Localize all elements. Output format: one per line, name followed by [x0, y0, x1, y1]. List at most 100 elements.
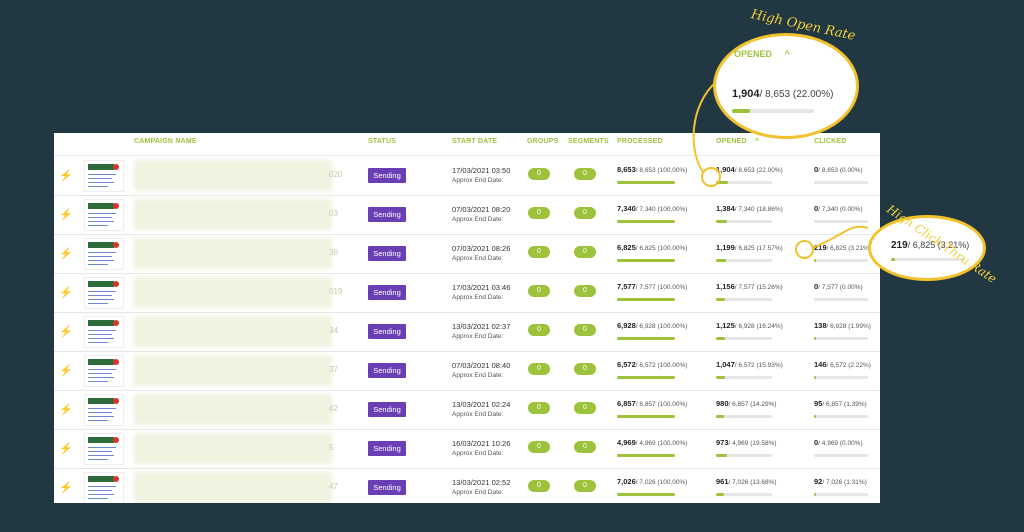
table-row[interactable]: ⚡ 37 Sending 07/03/2021 08:40 Approx End…: [54, 351, 880, 391]
email-thumbnail[interactable]: [84, 238, 124, 270]
segments-count[interactable]: 0: [574, 207, 596, 219]
table-row[interactable]: ⚡ 42 Sending 13/03/2021 02:24 Approx End…: [54, 390, 880, 430]
segments-count[interactable]: 0: [574, 168, 596, 180]
campaign-name-redacted[interactable]: [134, 199, 332, 230]
email-thumbnail[interactable]: [84, 394, 124, 426]
opened-progress: [716, 220, 772, 223]
email-thumbnail[interactable]: [84, 355, 124, 387]
email-thumbnail[interactable]: [84, 160, 124, 192]
email-thumbnail[interactable]: [84, 433, 124, 465]
clicked-progress: [814, 415, 868, 418]
bubble-opened-rest: / 8,653 (22.00%): [759, 89, 834, 100]
processed-value: 4,969/ 4,969 (100.00%): [617, 438, 687, 447]
clicked-rest: / 7,026 (1.31%): [822, 479, 867, 486]
lightning-icon[interactable]: ⚡: [59, 403, 73, 416]
processed-main: 7,340: [617, 204, 636, 213]
lightning-icon[interactable]: ⚡: [59, 481, 73, 494]
status-badge: Sending: [368, 402, 406, 417]
table-header: CAMPAIGN NAME STATUS START DATE GROUPS S…: [54, 133, 880, 156]
groups-count[interactable]: 0: [528, 363, 550, 375]
groups-count[interactable]: 0: [528, 402, 550, 414]
approx-end-date-label: Approx End Date:: [452, 216, 504, 223]
campaign-name-redacted[interactable]: [134, 433, 332, 464]
lightning-icon[interactable]: ⚡: [59, 442, 73, 455]
lightning-icon[interactable]: ⚡: [59, 364, 73, 377]
groups-count[interactable]: 0: [528, 168, 550, 180]
col-groups[interactable]: GROUPS: [527, 138, 559, 145]
processed-main: 6,928: [617, 321, 636, 330]
processed-progress: [617, 415, 675, 418]
groups-count[interactable]: 0: [528, 246, 550, 258]
groups-count[interactable]: 0: [528, 441, 550, 453]
segments-count[interactable]: 0: [574, 402, 596, 414]
opened-rest: / 4,969 (19.58%): [728, 440, 777, 447]
segments-count[interactable]: 0: [574, 324, 596, 336]
table-row[interactable]: ⚡ 03 Sending 07/03/2021 08:20 Approx End…: [54, 195, 880, 235]
campaign-name-redacted[interactable]: [134, 472, 332, 503]
col-processed[interactable]: PROCESSED: [617, 138, 663, 145]
opened-progress: [716, 415, 772, 418]
table-row[interactable]: ⚡ 47 Sending 13/03/2021 02:52 Approx End…: [54, 468, 880, 503]
table-row[interactable]: ⚡ 020 Sending 17/03/2021 03:50 Approx En…: [54, 156, 880, 196]
processed-progress: [617, 337, 675, 340]
col-start-date[interactable]: START DATE: [452, 138, 497, 145]
start-date-value: 13/03/2021 02:37: [452, 322, 511, 331]
opened-value: 980/ 6,857 (14.29%): [716, 399, 777, 408]
opened-progress: [716, 376, 772, 379]
campaign-name-tail: 37: [329, 365, 338, 374]
campaign-name-redacted[interactable]: [134, 316, 332, 347]
campaign-name-redacted[interactable]: [134, 238, 332, 269]
segments-count[interactable]: 0: [574, 246, 596, 258]
table-row[interactable]: ⚡ 5 Sending 16/03/2021 10:26 Approx End …: [54, 429, 880, 469]
col-opened-label: OPENED: [716, 138, 747, 145]
table-row[interactable]: ⚡ 36 Sending 07/03/2021 08:26 Approx End…: [54, 234, 880, 274]
email-thumbnail[interactable]: [84, 472, 124, 503]
table-row[interactable]: ⚡ 019 Sending 17/03/2021 03:46 Approx En…: [54, 273, 880, 313]
start-date: 13/03/2021 02:52 Approx End Date:: [452, 478, 510, 498]
clicked-progress: [814, 376, 868, 379]
opened-progress-fill: [716, 454, 727, 457]
segments-count[interactable]: 0: [574, 480, 596, 492]
processed-value: 6,857/ 6,857 (100.00%): [617, 399, 687, 408]
lightning-icon[interactable]: ⚡: [59, 169, 73, 182]
lightning-icon[interactable]: ⚡: [59, 286, 73, 299]
clicked-progress: [814, 259, 868, 262]
col-campaign-name[interactable]: CAMPAIGN NAME: [134, 138, 197, 145]
campaign-name-redacted[interactable]: [134, 394, 332, 425]
col-segments[interactable]: SEGMENTS: [568, 138, 609, 145]
processed-value: 7,340/ 7,340 (100.00%): [617, 204, 687, 213]
campaign-name-redacted[interactable]: [134, 160, 332, 191]
segments-count[interactable]: 0: [574, 363, 596, 375]
processed-value: 7,577/ 7,577 (100.00%): [617, 282, 687, 291]
processed-progress: [617, 181, 675, 184]
email-thumbnail[interactable]: [84, 277, 124, 309]
groups-count[interactable]: 0: [528, 480, 550, 492]
campaign-name-redacted[interactable]: [134, 355, 332, 386]
opened-progress: [716, 337, 772, 340]
table-row[interactable]: ⚡ 34 Sending 13/03/2021 02:37 Approx End…: [54, 312, 880, 352]
groups-count[interactable]: 0: [528, 207, 550, 219]
col-clicked[interactable]: CLICKED: [814, 138, 847, 145]
lightning-icon[interactable]: ⚡: [59, 208, 73, 221]
opened-value: 1,384/ 7,340 (18.86%): [716, 204, 783, 213]
col-opened[interactable]: OPENED ^: [716, 138, 759, 145]
groups-count[interactable]: 0: [528, 285, 550, 297]
campaign-name-redacted[interactable]: [134, 277, 332, 308]
segments-count[interactable]: 0: [574, 285, 596, 297]
processed-progress: [617, 454, 675, 457]
approx-end-date-label: Approx End Date:: [452, 333, 504, 340]
status-badge: Sending: [368, 441, 406, 456]
clicked-value: 0/ 7,340 (0.00%): [814, 204, 863, 213]
chevron-up-icon: ^: [784, 49, 790, 59]
lightning-icon[interactable]: ⚡: [59, 247, 73, 260]
col-status[interactable]: STATUS: [368, 138, 396, 145]
status-badge: Sending: [368, 363, 406, 378]
segments-count[interactable]: 0: [574, 441, 596, 453]
email-thumbnail[interactable]: [84, 316, 124, 348]
email-thumbnail[interactable]: [84, 199, 124, 231]
groups-count[interactable]: 0: [528, 324, 550, 336]
status-badge: Sending: [368, 324, 406, 339]
processed-progress: [617, 376, 675, 379]
open-rate-pointer: [701, 167, 721, 187]
lightning-icon[interactable]: ⚡: [59, 325, 73, 338]
